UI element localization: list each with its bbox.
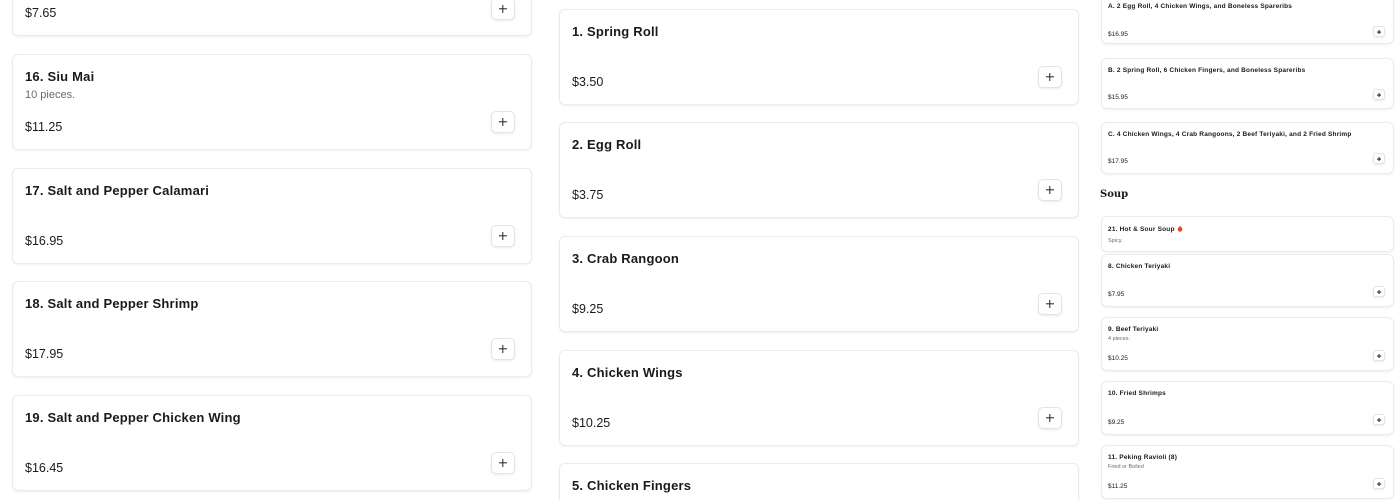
add-to-cart-button[interactable] (1373, 26, 1385, 37)
item-price: $7.65 (25, 6, 57, 20)
item-price: $7.95 (1108, 291, 1125, 298)
menu-item-card[interactable]: 18. Salt and Pepper Shrimp $17.95 (12, 281, 532, 377)
plus-icon (1376, 481, 1382, 487)
item-name-text: 21. Hot & Sour Soup (1108, 226, 1175, 233)
item-price: $15.95 (1108, 94, 1128, 101)
menu-item-card[interactable]: 11. Peking Ravioli (8) Fried or Boiled $… (1101, 445, 1394, 499)
menu-item-card[interactable]: 9. Beef Teriyaki 4 pieces. $10.25 (1101, 317, 1394, 371)
item-price: $11.25 (25, 120, 63, 134)
item-price: $16.95 (25, 234, 64, 248)
add-to-cart-button[interactable] (1373, 478, 1385, 489)
add-to-cart-button[interactable] (1038, 407, 1062, 429)
item-name: 11. Peking Ravioli (8) (1108, 454, 1178, 461)
item-price: $10.25 (1108, 355, 1128, 362)
item-name: 3. Crab Rangoon (572, 251, 680, 266)
add-to-cart-button[interactable] (491, 338, 515, 360)
item-price: $16.45 (25, 461, 64, 475)
plus-icon (1376, 92, 1382, 98)
add-to-cart-button[interactable] (1038, 293, 1062, 315)
item-description: 4 pieces. (1108, 336, 1131, 342)
item-price: $11.25 (1108, 483, 1128, 490)
menu-item-card[interactable]: 16. Siu Mai 10 pieces. $11.25 (12, 54, 532, 150)
add-to-cart-button[interactable] (1373, 286, 1385, 297)
plus-icon (1376, 156, 1382, 162)
add-to-cart-button[interactable] (1373, 350, 1385, 361)
item-name: 18. Salt and Pepper Shrimp (25, 296, 199, 311)
item-price: $16.95 (1108, 31, 1128, 38)
item-name: 2. Egg Roll (572, 137, 642, 152)
item-description: Fried or Boiled (1108, 464, 1144, 470)
menu-item-card[interactable]: 3. Crab Rangoon $9.25 (559, 236, 1079, 332)
item-name: C. 4 Chicken Wings, 4 Crab Rangoons, 2 B… (1108, 131, 1352, 138)
plus-icon (1046, 186, 1055, 195)
chili-pepper-icon (1177, 225, 1182, 232)
item-price: $10.25 (572, 416, 611, 430)
section-heading-soup: Soup (1100, 189, 1129, 200)
item-name: B. 2 Spring Roll, 6 Chicken Fingers, and… (1108, 67, 1306, 74)
menu-item-card[interactable]: 21. Hot & Sour Soup Spicy. (1101, 216, 1394, 252)
item-name: 8. Chicken Teriyaki (1108, 263, 1171, 270)
plus-icon (1376, 289, 1382, 295)
item-price: $9.25 (572, 302, 604, 316)
combo-card[interactable]: A. 2 Egg Roll, 4 Chicken Wings, and Bone… (1101, 0, 1394, 44)
plus-icon (499, 459, 508, 468)
add-to-cart-button[interactable] (1373, 89, 1385, 100)
menu-item-card[interactable]: 19. Salt and Pepper Chicken Wing $16.45 (12, 395, 532, 491)
menu-item-card[interactable]: 1. Spring Roll $3.50 (559, 9, 1079, 105)
plus-icon (499, 118, 508, 127)
plus-icon (1046, 414, 1055, 423)
add-to-cart-button[interactable] (491, 452, 515, 474)
add-to-cart-button[interactable] (1373, 153, 1385, 164)
plus-icon (1046, 73, 1055, 82)
item-name: 5. Chicken Fingers (572, 478, 692, 493)
item-price: $17.95 (1108, 158, 1128, 165)
item-price: $17.95 (25, 347, 64, 361)
item-name: 10. Fried Shrimps (1108, 390, 1166, 397)
plus-icon (499, 5, 508, 14)
menu-item-card[interactable]: 8. Chicken Teriyaki $7.95 (1101, 254, 1394, 307)
plus-icon (1376, 29, 1382, 35)
combo-card[interactable]: C. 4 Chicken Wings, 4 Crab Rangoons, 2 B… (1101, 122, 1394, 174)
item-name: 16. Siu Mai (25, 69, 95, 84)
item-name: 17. Salt and Pepper Calamari (25, 183, 210, 198)
item-price: $3.50 (572, 75, 604, 89)
menu-item-card[interactable]: $7.65 (12, 0, 532, 36)
item-price: $9.25 (1108, 419, 1125, 426)
menu-item-card[interactable]: 2. Egg Roll $3.75 (559, 122, 1079, 218)
combo-card[interactable]: B. 2 Spring Roll, 6 Chicken Fingers, and… (1101, 58, 1394, 109)
menu-item-card[interactable]: 10. Fried Shrimps $9.25 (1101, 381, 1394, 435)
item-name: 21. Hot & Sour Soup (1108, 225, 1183, 233)
item-name: A. 2 Egg Roll, 4 Chicken Wings, and Bone… (1108, 3, 1293, 10)
menu-item-card[interactable]: 4. Chicken Wings $10.25 (559, 350, 1079, 446)
item-name: 9. Beef Teriyaki (1108, 326, 1159, 333)
item-description: 10 pieces. (25, 89, 76, 101)
add-to-cart-button[interactable] (491, 111, 515, 133)
item-description: Spicy. (1108, 238, 1123, 244)
plus-icon (1376, 417, 1382, 423)
item-name: 4. Chicken Wings (572, 365, 683, 380)
plus-icon (1046, 300, 1055, 309)
add-to-cart-button[interactable] (1038, 66, 1062, 88)
add-to-cart-button[interactable] (491, 0, 515, 20)
menu-item-card[interactable]: 5. Chicken Fingers (559, 463, 1079, 500)
menu-item-card[interactable]: 17. Salt and Pepper Calamari $16.95 (12, 168, 532, 264)
item-name: 19. Salt and Pepper Chicken Wing (25, 410, 241, 425)
plus-icon (1376, 353, 1382, 359)
add-to-cart-button[interactable] (491, 225, 515, 247)
item-name: 1. Spring Roll (572, 24, 659, 39)
plus-icon (499, 345, 508, 354)
plus-icon (499, 232, 508, 241)
add-to-cart-button[interactable] (1373, 414, 1385, 425)
add-to-cart-button[interactable] (1038, 179, 1062, 201)
item-price: $3.75 (572, 188, 604, 202)
